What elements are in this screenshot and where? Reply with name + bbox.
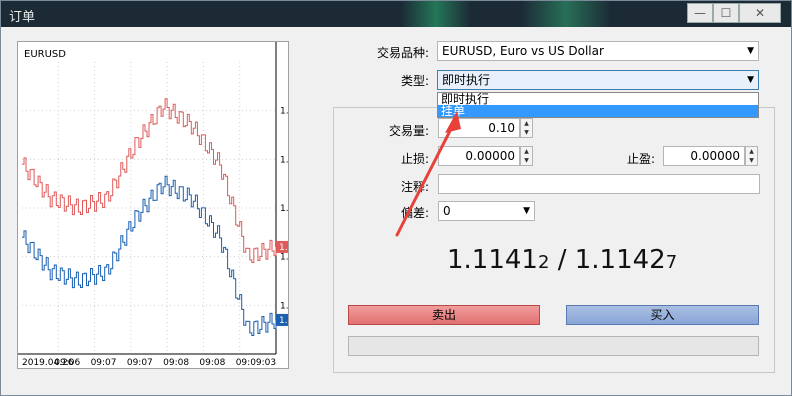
order-panel: 交易量: 0.10 ▲ ▼ 止损: 0.00000 ▲ ▼ 止盈: 0.00000 … [333, 107, 775, 373]
x-tick-label: 09:06 [54, 358, 80, 368]
sell-button[interactable]: 卖出 [348, 305, 540, 325]
buy-button[interactable]: 买入 [566, 305, 759, 325]
y-tick-label: 1.11415 [280, 301, 288, 311]
x-tick-label: 09:07 [91, 358, 117, 368]
y-tick-label: 1.11455 [280, 107, 288, 117]
take-profit-spinner[interactable]: ▲ ▼ [745, 146, 758, 166]
symbol-value: EURUSD, Euro vs US Dollar [442, 44, 604, 58]
close-icon[interactable]: ✕ [739, 3, 781, 23]
background-glow [521, 1, 611, 27]
volume-spinner[interactable]: ▲ ▼ [520, 118, 533, 138]
type-option-pending[interactable]: 挂单 [438, 105, 758, 117]
client-area: EURUSD 1.114551.114451.114351.114251.114… [7, 31, 783, 389]
status-bar [348, 336, 759, 356]
deviation-value: 0 [443, 204, 451, 218]
chart-symbol: EURUSD [24, 49, 66, 60]
chevron-down-icon[interactable]: ▼ [747, 42, 754, 60]
chart-svg: EURUSD 1.114551.114451.114351.114251.114… [18, 42, 317, 368]
symbol-label: 交易品种: [377, 46, 430, 60]
take-profit-label: 止盈: [627, 152, 656, 166]
minimize-icon[interactable]: — [687, 3, 713, 23]
stop-loss-input[interactable]: 0.00000 [438, 146, 520, 166]
maximize-icon[interactable]: ☐ [713, 3, 739, 23]
x-tick-label: 09:07 [127, 358, 153, 368]
order-window: 订单 — ☐ ✕ EURUSD 1.11455 1.11445 1.11435 1.1… [0, 0, 792, 396]
chevron-down-icon[interactable]: ▼ [747, 71, 754, 89]
stop-loss-label: 止损: [401, 152, 430, 166]
comment-input[interactable] [438, 174, 760, 194]
x-tick-label: 09:08 [163, 358, 189, 368]
type-option-instant[interactable]: 即时执行 [438, 93, 758, 105]
ask-price-line [22, 98, 277, 263]
ask-price-tag: 1.11427 [279, 243, 288, 253]
deviation-select[interactable]: 0 ▼ [438, 201, 535, 221]
y-tick-label: 1.11425 [280, 253, 288, 263]
ask-price: 1.1142 [574, 245, 666, 275]
quote-separator: / [549, 245, 575, 275]
quote-display: 1.11412 / 1.11427 [447, 245, 677, 275]
symbol-select[interactable]: EURUSD, Euro vs US Dollar ▼ [437, 41, 759, 61]
volume-label: 交易量: [389, 124, 430, 138]
stop-loss-spinner[interactable]: ▲ ▼ [520, 146, 533, 166]
comment-label: 注释: [401, 180, 430, 194]
x-tick-label: 09:09:03 [236, 358, 276, 368]
window-title: 订单 [9, 10, 36, 25]
bid-price-tag: 1.11412 [279, 316, 288, 326]
type-value: 即时执行 [442, 73, 491, 87]
y-tick-label: 1.11445 [280, 155, 288, 165]
volume-input[interactable]: 0.10 [438, 118, 520, 138]
background-glow [401, 1, 471, 27]
type-dropdown-list[interactable]: 即时执行 挂单 [437, 92, 759, 118]
take-profit-input[interactable]: 0.00000 [663, 146, 745, 166]
chevron-down-icon[interactable]: ▼ [523, 202, 530, 220]
bid-price: 1.1141 [447, 245, 538, 275]
x-tick-label: 09:08 [199, 358, 225, 368]
type-label: 类型: [401, 74, 430, 88]
ask-price-last-digit: 7 [665, 252, 678, 273]
y-tick-label: 1.11435 [280, 204, 288, 214]
type-select[interactable]: 即时执行 ▼ [437, 70, 759, 90]
title-bar[interactable]: 订单 — ☐ ✕ [1, 1, 791, 27]
bid-price-last-digit: 2 [537, 252, 550, 273]
deviation-label: 偏差: [401, 206, 430, 220]
price-chart: EURUSD 1.114551.114451.114351.114251.114… [17, 41, 317, 369]
